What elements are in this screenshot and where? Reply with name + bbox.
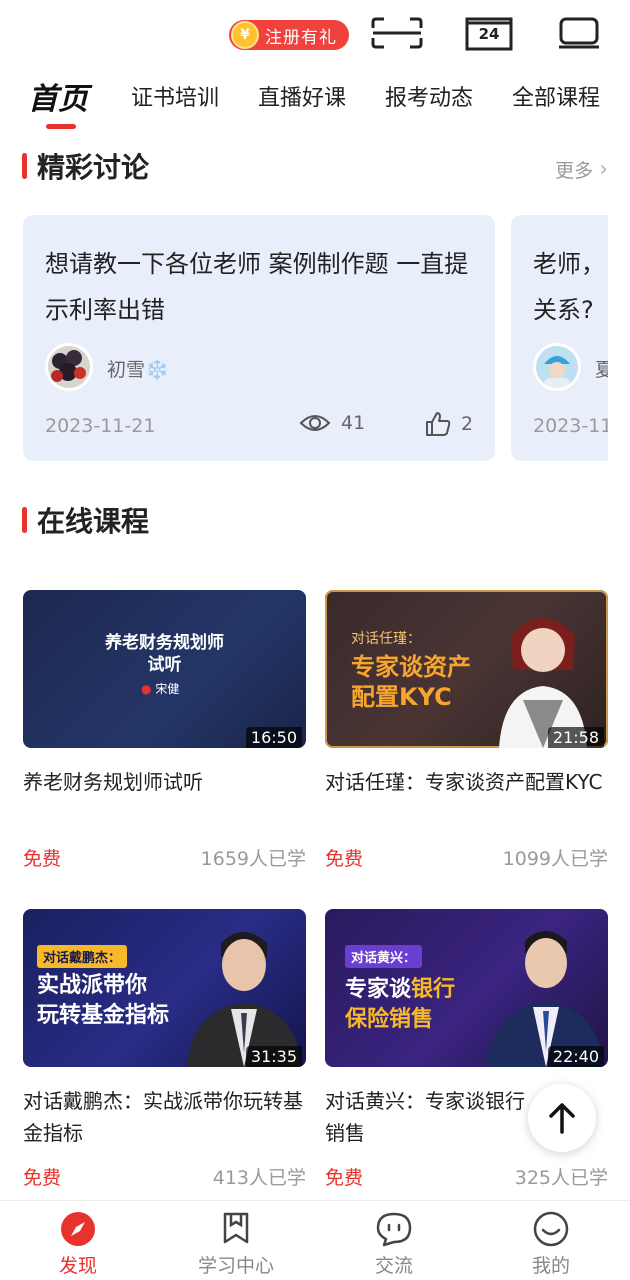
likes-value: 2: [461, 413, 474, 435]
thumbnail-tag: 对话戴鹏杰：: [37, 945, 128, 968]
course-meta: 免费 1659人已学: [23, 844, 306, 871]
speaker-portrait: [499, 618, 587, 748]
nav-learning-center[interactable]: 学习中心: [176, 1211, 296, 1278]
register-gift-label: 注册有礼: [265, 27, 337, 48]
discussion-question: 老师，关系?: [533, 250, 605, 324]
tab-all-courses[interactable]: 全部课程: [512, 80, 600, 112]
avatar: [45, 343, 93, 391]
calendar-icon[interactable]: 24: [465, 14, 513, 52]
like-button[interactable]: 2: [425, 411, 473, 437]
course-card[interactable]: 养老财务规划师 试听 ● 宋健 16:50 养老财务规划师试听 免费 1659人…: [23, 590, 306, 870]
back-to-top-button[interactable]: [528, 1084, 596, 1152]
course-meta: 免费 1099人已学: [325, 844, 608, 871]
course-meta: 免费 413人已学: [23, 1163, 306, 1190]
top-bar: ¥ 注册有礼 24: [0, 0, 630, 56]
speaker-portrait: [485, 931, 603, 1067]
speaker-portrait: [187, 932, 301, 1067]
discussion-username: 初雪❄️: [107, 359, 169, 381]
compass-icon: [61, 1212, 95, 1246]
tab-certificate-training[interactable]: 证书培训: [131, 80, 219, 112]
nav-label: 学习中心: [197, 1255, 274, 1277]
tv-icon[interactable]: [556, 14, 602, 52]
nav-label: 我的: [531, 1255, 570, 1277]
tab-home[interactable]: 首页: [28, 74, 88, 118]
avatar: [533, 343, 581, 391]
duration-badge: 21:58: [547, 727, 604, 748]
price-label: 免费: [325, 1167, 364, 1189]
nav-discover[interactable]: 发现: [18, 1211, 138, 1278]
arrow-up-icon: [549, 1103, 575, 1134]
chat-icon: [376, 1212, 412, 1247]
section-accent-bar: [22, 507, 27, 533]
discussion-carousel[interactable]: 想请教一下各位老师 案例制作题 一直提示利率出错 初雪❄️ 2023-11-21…: [0, 215, 608, 463]
nav-community[interactable]: 交流: [334, 1211, 454, 1278]
views-value: 41: [341, 412, 366, 434]
course-thumbnail: 对话任瑾： 专家谈资产 配置KYC 21:58: [325, 590, 608, 748]
price-label: 免费: [23, 1167, 62, 1189]
course-title: 对话戴鹏杰：实战派带你玩转基金指标: [23, 1089, 303, 1145]
discussion-date: 2023-11: [533, 415, 608, 437]
price-label: 免费: [325, 848, 364, 870]
thumbnail-headline: 实战派带你 玩转基金指标: [37, 973, 170, 1028]
discussion-card[interactable]: 想请教一下各位老师 案例制作题 一直提示利率出错 初雪❄️ 2023-11-21…: [23, 215, 495, 461]
learners-count: 413人已学: [212, 1167, 306, 1189]
discussion-card[interactable]: 老师，关系? 夏 2023-11: [511, 215, 608, 461]
bookmark-icon: [223, 1212, 249, 1244]
active-tab-indicator: [46, 124, 76, 129]
thumbnail-tag: 对话黄兴：: [345, 945, 423, 968]
thumbs-up-icon: [426, 412, 451, 436]
discussion-question: 想请教一下各位老师 案例制作题 一直提示利率出错: [45, 250, 469, 324]
register-gift-button[interactable]: ¥ 注册有礼: [229, 20, 349, 50]
chevron-right-icon: ›: [599, 157, 608, 182]
learners-count: 1099人已学: [502, 848, 608, 870]
course-thumbnail: 养老财务规划师 试听 ● 宋健 16:50: [23, 590, 306, 748]
more-label: 更多: [555, 160, 594, 182]
discussion-more-link[interactable]: 更多 ›: [555, 156, 608, 183]
course-thumbnail: 对话戴鹏杰： 实战派带你 玩转基金指标 31:35: [23, 909, 306, 1067]
smiley-icon: [533, 1211, 569, 1247]
discussion-username: 夏: [595, 359, 608, 381]
learners-count: 325人已学: [514, 1167, 608, 1189]
learners-count: 1659人已学: [200, 848, 306, 870]
section-accent-bar: [22, 153, 27, 179]
calendar-day: 24: [478, 25, 500, 43]
courses-title: 在线课程: [37, 505, 150, 538]
courses-section-header: 在线课程: [22, 500, 149, 540]
duration-badge: 31:35: [245, 1046, 302, 1067]
scan-icon[interactable]: [370, 14, 424, 52]
duration-badge: 16:50: [245, 727, 302, 748]
eye-icon: [299, 415, 331, 431]
coin-icon: ¥: [231, 21, 259, 49]
discussion-section-header: 精彩讨论: [22, 146, 149, 186]
duration-badge: 22:40: [547, 1046, 604, 1067]
nav-label: 交流: [374, 1255, 413, 1277]
discussion-date: 2023-11-21: [45, 415, 156, 437]
price-label: 免费: [23, 848, 62, 870]
course-card[interactable]: 对话戴鹏杰： 实战派带你 玩转基金指标 31:35 对话戴鹏杰：实战派带你玩转基…: [23, 909, 306, 1189]
tab-live-courses[interactable]: 直播好课: [258, 80, 346, 112]
thumbnail-headline: 专家谈资产 配置KYC: [351, 653, 471, 711]
thumbnail-title: 养老财务规划师 试听: [105, 633, 224, 675]
nav-profile[interactable]: 我的: [491, 1211, 611, 1278]
nav-label: 发现: [58, 1255, 97, 1277]
course-thumbnail: 对话黄兴： 专家谈银行 保险销售 22:40: [325, 909, 608, 1067]
course-title: 对话任瑾：专家谈资产配置KYC: [325, 770, 603, 794]
thumbnail-author: ● 宋健: [141, 682, 180, 696]
thumbnail-headline: 专家谈银行 保险销售: [345, 977, 456, 1032]
views-count: 41: [299, 411, 365, 435]
thumbnail-tag: 对话任瑾：: [351, 631, 421, 647]
course-meta: 免费 325人已学: [325, 1163, 608, 1190]
discussion-title: 精彩讨论: [37, 151, 150, 184]
course-card[interactable]: 对话任瑾： 专家谈资产 配置KYC 21:58 对话任瑾：专家谈资产配置KYC …: [325, 590, 608, 870]
bottom-navigation: 发现 学习中心 交流 我的: [0, 1200, 630, 1280]
category-tabs: 首页 证书培训 直播好课 报考动态 全部课程: [0, 66, 630, 130]
course-title: 养老财务规划师试听: [23, 770, 203, 794]
tab-exam-news[interactable]: 报考动态: [385, 80, 473, 112]
